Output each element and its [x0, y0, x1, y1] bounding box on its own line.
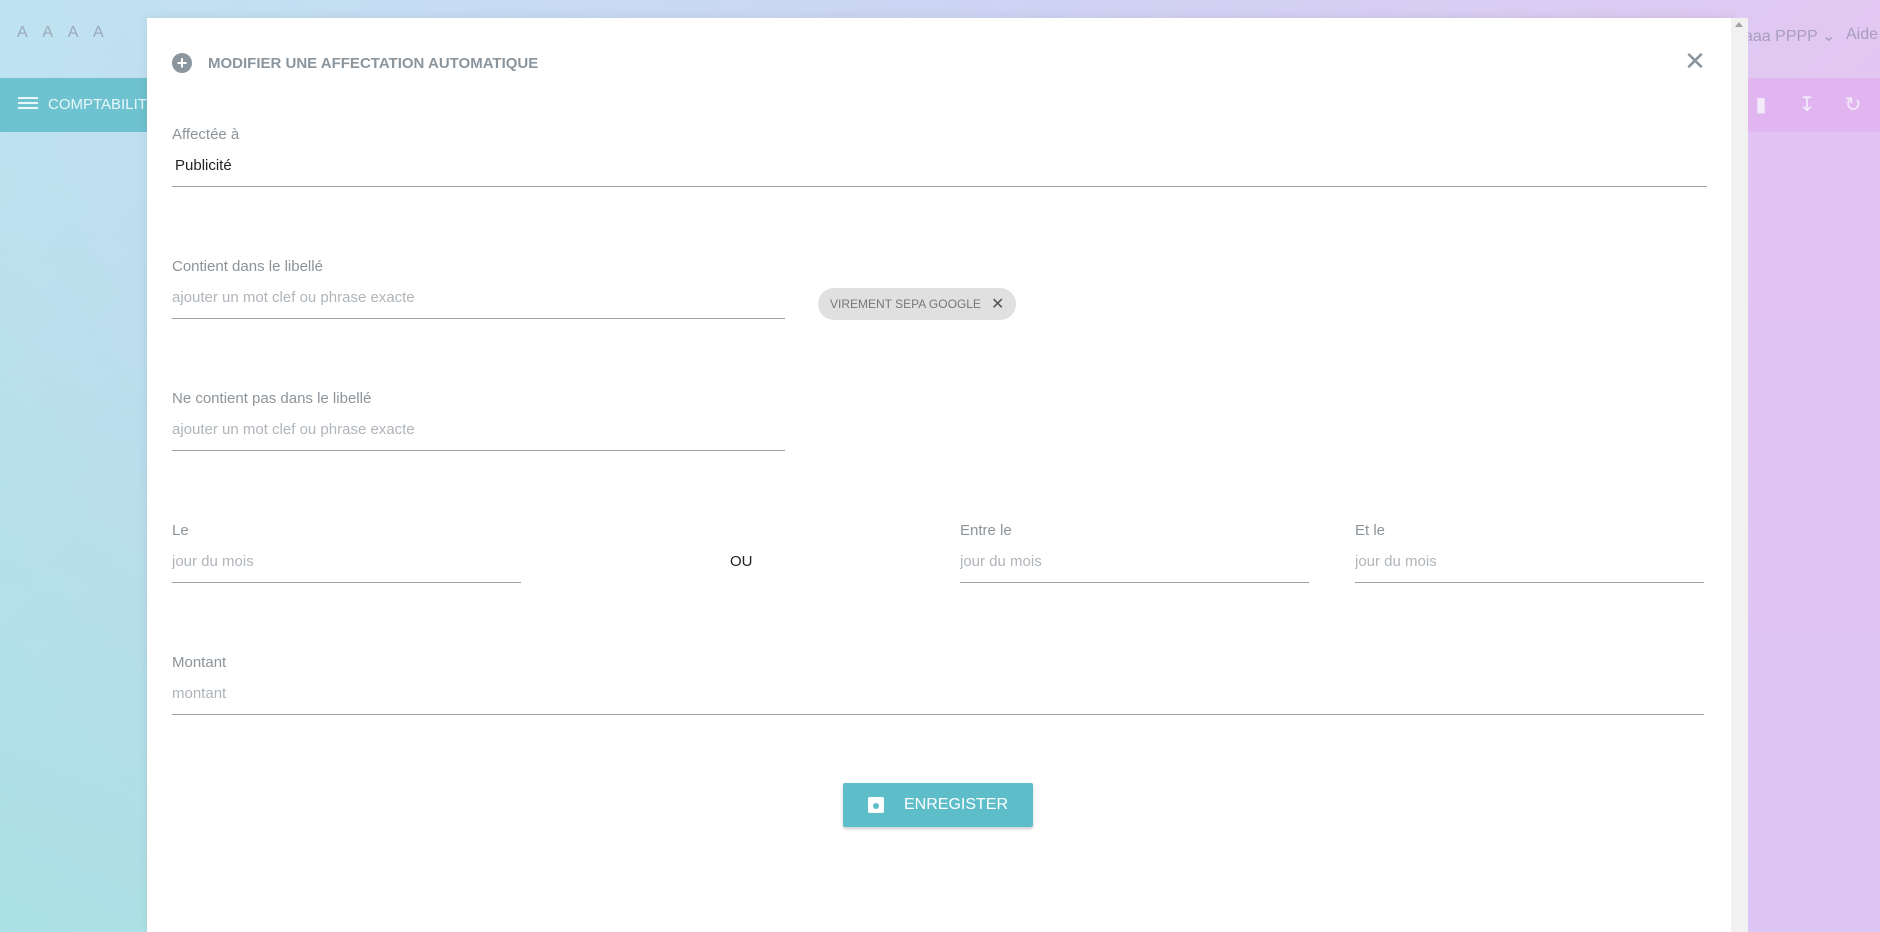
tag-icon[interactable]: ▮ — [1749, 92, 1773, 116]
contains-input[interactable] — [172, 281, 785, 319]
chip-remove-icon[interactable]: ✕ — [991, 294, 1004, 314]
and-field: Et le — [1355, 522, 1704, 583]
contains-label: Contient dans le libellé — [172, 258, 323, 275]
add-circle-icon: + — [172, 53, 192, 73]
assigned-to-field: Affectée à — [172, 126, 1707, 187]
user-name: aaa PPPP — [1744, 28, 1818, 45]
and-input[interactable] — [1355, 545, 1704, 583]
save-label: ENREGISTER — [903, 796, 1008, 813]
section-title: COMPTABILITE — [48, 96, 157, 113]
close-icon[interactable]: ✕ — [1683, 48, 1707, 74]
dialog-title: MODIFIER UNE AFFECTATION AUTOMATIQUE — [208, 55, 539, 72]
edit-assignment-dialog: + MODIFIER UNE AFFECTATION AUTOMATIQUE ✕… — [147, 18, 1731, 932]
brand-logo: A A A A — [17, 24, 110, 41]
dialog-scrollbar[interactable] — [1731, 18, 1748, 932]
day-label: Le — [172, 522, 189, 539]
not-contains-field: Ne contient pas dans le libellé — [172, 390, 785, 451]
menu-icon[interactable] — [18, 94, 38, 114]
amount-input[interactable] — [172, 677, 1704, 715]
side-panel-background — [1748, 132, 1880, 932]
or-separator: OU — [730, 553, 753, 570]
download-icon[interactable]: ↧ — [1795, 92, 1819, 116]
help-link[interactable]: Aide — [1846, 26, 1878, 44]
save-button[interactable]: ENREGISTER — [843, 783, 1033, 827]
not-contains-label: Ne contient pas dans le libellé — [172, 390, 372, 407]
chevron-down-icon: ⌄ — [1822, 28, 1836, 45]
amount-label: Montant — [172, 654, 227, 671]
keyword-chip: VIREMENT SEPA GOOGLE ✕ — [818, 288, 1017, 320]
not-contains-input[interactable] — [172, 413, 785, 451]
day-input[interactable] — [172, 545, 521, 583]
scroll-up-icon[interactable] — [1735, 22, 1743, 27]
between-field: Entre le — [960, 522, 1309, 583]
day-field: Le — [172, 522, 521, 583]
chip-label: VIREMENT SEPA GOOGLE — [830, 297, 981, 311]
and-label: Et le — [1355, 522, 1386, 539]
refresh-icon[interactable]: ↻ — [1841, 92, 1865, 116]
contains-field: Contient dans le libellé — [172, 258, 785, 319]
save-icon — [867, 797, 884, 813]
between-label: Entre le — [960, 522, 1012, 539]
amount-field: Montant — [172, 654, 1704, 715]
assigned-to-input[interactable] — [172, 149, 1707, 187]
between-input[interactable] — [960, 545, 1309, 583]
user-menu[interactable]: aaa PPPP ⌄ — [1744, 26, 1835, 46]
assigned-to-label: Affectée à — [172, 126, 240, 143]
